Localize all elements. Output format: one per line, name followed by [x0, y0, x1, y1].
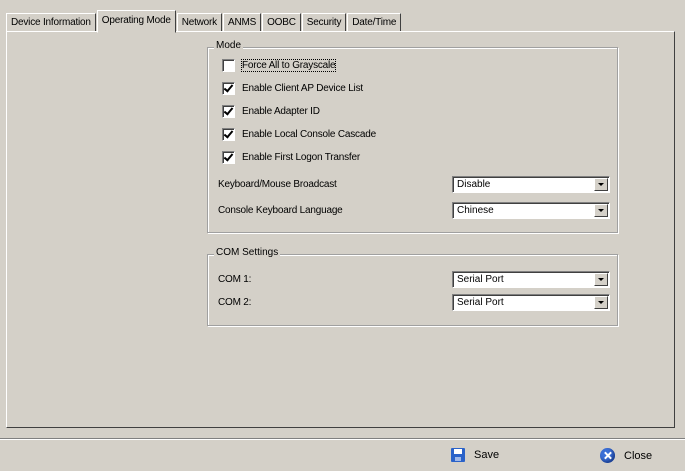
chevron-down-icon[interactable] — [594, 204, 608, 217]
save-label: Save — [474, 449, 500, 461]
checkbox-local-console-cascade[interactable]: Enable Local Console Cascade — [222, 128, 376, 141]
checkbox-box[interactable] — [222, 128, 235, 141]
tab-oobc[interactable]: OOBC — [262, 13, 301, 32]
tab-device-information[interactable]: Device Information — [6, 13, 96, 32]
com1-select[interactable]: Serial Port — [452, 271, 610, 288]
tab-security[interactable]: Security — [301, 13, 347, 32]
com2-select[interactable]: Serial Port — [452, 294, 610, 311]
checkbox-force-grayscale[interactable]: Force All to Grayscale — [222, 59, 337, 72]
keyboard-language-label: Console Keyboard Language — [218, 205, 343, 216]
button-bar: Save Close — [0, 438, 685, 471]
save-icon — [451, 448, 465, 462]
com2-select-value: Serial Port — [457, 297, 504, 308]
checkbox-label: Enable Client AP Device List — [242, 83, 363, 94]
close-button[interactable]: Close — [600, 448, 652, 463]
tab-network[interactable]: Network — [176, 13, 222, 32]
com1-select-value: Serial Port — [457, 274, 504, 285]
broadcast-label: Keyboard/Mouse Broadcast — [218, 179, 337, 190]
com2-label: COM 2: — [218, 297, 252, 308]
com1-label: COM 1: — [218, 274, 252, 285]
close-icon — [600, 448, 615, 463]
com-settings-group: COM Settings COM 1: Serial Port COM 2: S… — [207, 247, 618, 326]
broadcast-select[interactable]: Disable — [452, 176, 610, 193]
checkbox-label: Enable First Logon Transfer — [242, 152, 360, 163]
close-label: Close — [624, 449, 653, 462]
checkbox-label: Enable Local Console Cascade — [242, 129, 376, 140]
mode-group-title: Mode — [214, 40, 244, 51]
save-button[interactable]: Save — [451, 448, 499, 462]
tab-operating-mode[interactable]: Operating Mode — [96, 10, 176, 33]
checkbox-box[interactable] — [222, 82, 235, 95]
checkbox-first-logon-transfer[interactable]: Enable First Logon Transfer — [222, 151, 360, 164]
chevron-down-icon[interactable] — [594, 178, 608, 191]
chevron-down-icon[interactable] — [594, 296, 608, 309]
keyboard-language-select[interactable]: Chinese — [452, 202, 610, 219]
keyboard-language-select-value: Chinese — [457, 205, 494, 216]
checkbox-client-ap-device-list[interactable]: Enable Client AP Device List — [222, 82, 363, 95]
checkbox-label: Enable Adapter ID — [242, 106, 320, 117]
checkbox-box[interactable] — [222, 151, 235, 164]
checkbox-adapter-id[interactable]: Enable Adapter ID — [222, 105, 320, 118]
broadcast-select-value: Disable — [457, 179, 491, 190]
settings-window: Device Information Operating Mode Networ… — [0, 0, 685, 470]
checkbox-box[interactable] — [222, 59, 235, 72]
mode-group: Mode Force All to Grayscale Enable Clien… — [207, 40, 618, 233]
checkbox-label: Force All to Grayscale — [240, 59, 337, 72]
tab-anms[interactable]: ANMS — [222, 13, 262, 32]
chevron-down-icon[interactable] — [594, 273, 608, 286]
com-group-title: COM Settings — [214, 247, 281, 258]
tab-date-time[interactable]: Date/Time — [347, 13, 402, 32]
checkbox-box[interactable] — [222, 105, 235, 118]
tab-bar: Device Information Operating Mode Networ… — [6, 10, 402, 33]
